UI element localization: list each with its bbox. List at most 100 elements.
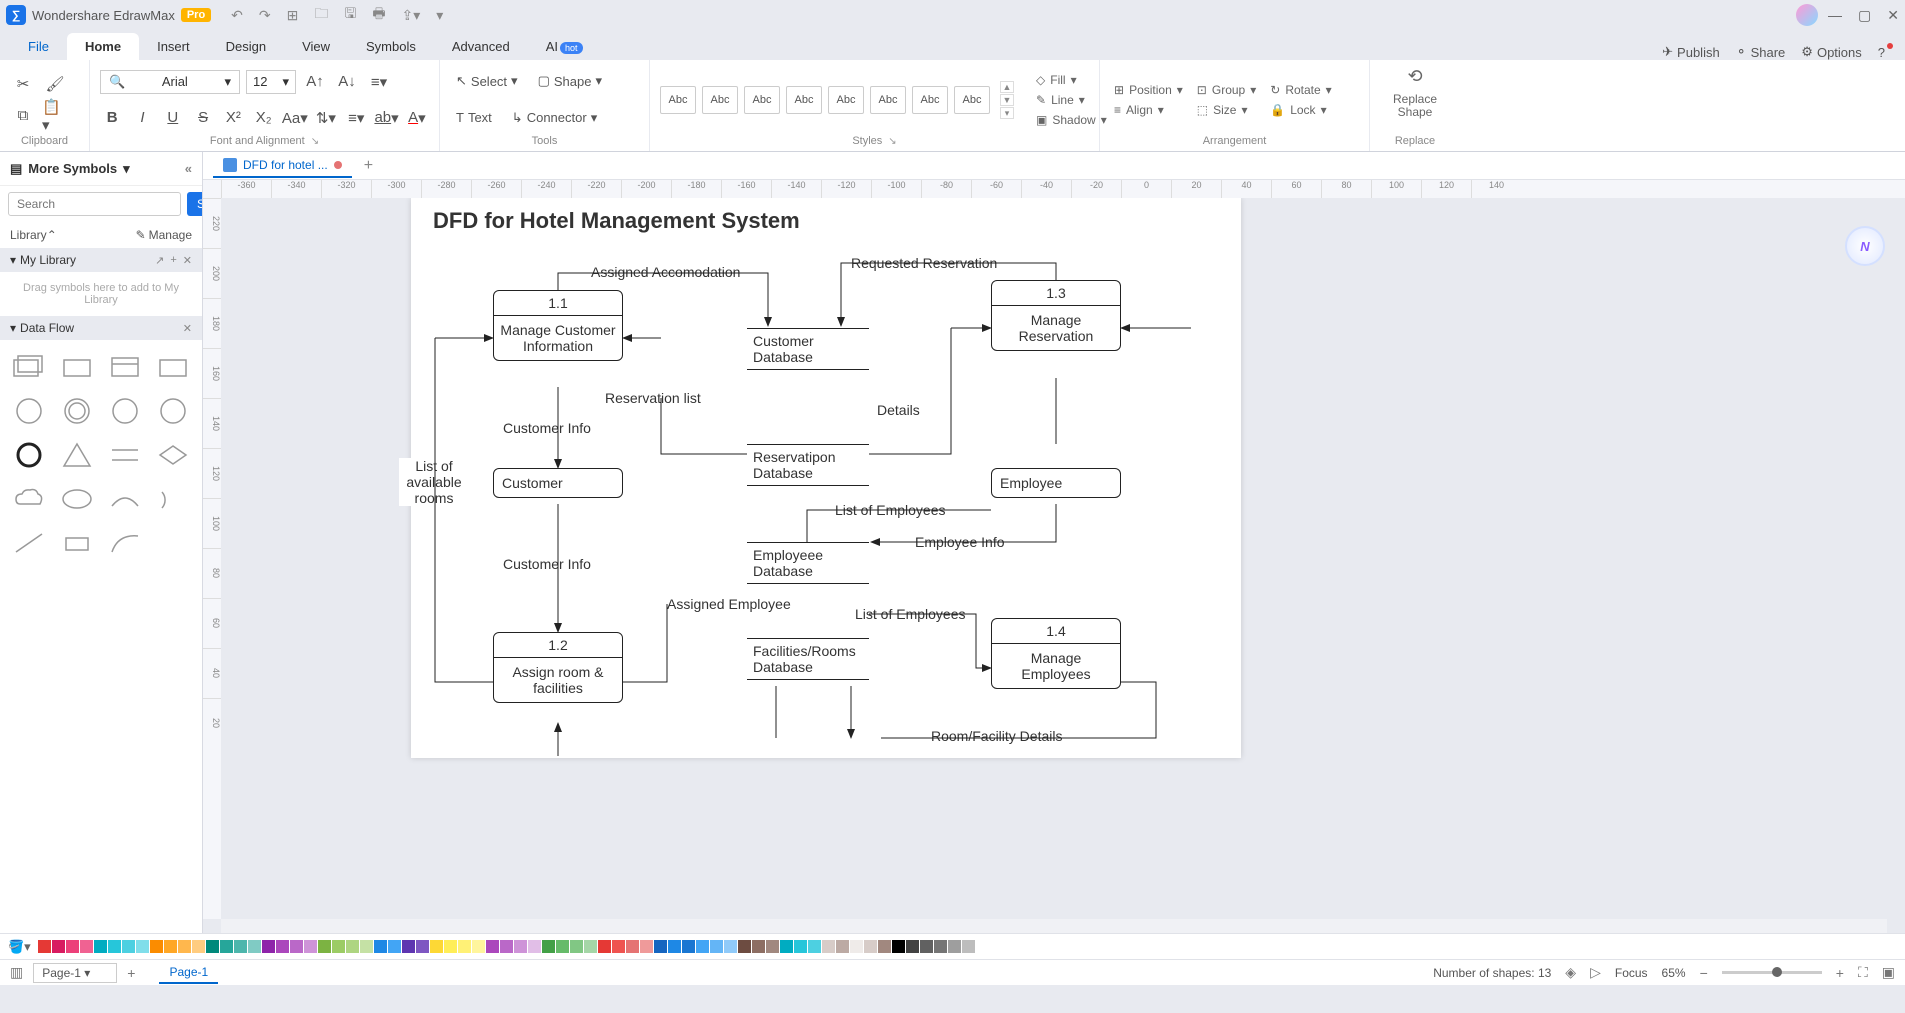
- select-tool[interactable]: ↖ Select ▾: [450, 70, 524, 92]
- gallery-more-icon[interactable]: ▾: [1000, 107, 1014, 119]
- store-employee-db[interactable]: Employeee Database: [747, 542, 869, 584]
- gallery-up-icon[interactable]: ▲: [1000, 81, 1014, 93]
- color-swatch[interactable]: [514, 940, 527, 953]
- process-1-2[interactable]: 1.2 Assign room & facilities: [493, 632, 623, 703]
- tab-symbols[interactable]: Symbols: [348, 33, 434, 60]
- color-swatch[interactable]: [528, 940, 541, 953]
- text-tool[interactable]: T Text: [450, 107, 498, 129]
- color-swatch[interactable]: [724, 940, 737, 953]
- flow-requested-reservation[interactable]: Requested Reservation: [849, 255, 999, 271]
- color-swatch[interactable]: [850, 940, 863, 953]
- focus-button[interactable]: Focus: [1615, 966, 1648, 980]
- color-swatch[interactable]: [780, 940, 793, 953]
- options-button[interactable]: ⚙ Options: [1801, 44, 1861, 60]
- undo-icon[interactable]: ↶: [231, 7, 243, 24]
- shape-rect-header[interactable]: [106, 350, 144, 384]
- maximize-icon[interactable]: ▢: [1858, 7, 1871, 24]
- color-swatch[interactable]: [766, 940, 779, 953]
- color-swatch[interactable]: [52, 940, 65, 953]
- my-library-dropzone[interactable]: Drag symbols here to add to My Library: [0, 272, 202, 316]
- color-swatch[interactable]: [696, 940, 709, 953]
- color-swatch[interactable]: [962, 940, 975, 953]
- color-swatch[interactable]: [836, 940, 849, 953]
- color-swatch[interactable]: [710, 940, 723, 953]
- font-color-icon[interactable]: A▾: [405, 105, 429, 131]
- color-swatch[interactable]: [556, 940, 569, 953]
- color-swatch[interactable]: [402, 940, 415, 953]
- color-swatch[interactable]: [598, 940, 611, 953]
- store-facilities-db[interactable]: Facilities/Rooms Database: [747, 638, 869, 680]
- tab-file[interactable]: File: [10, 33, 67, 60]
- flow-reservation-list[interactable]: Reservation list: [603, 390, 703, 406]
- decrease-font-icon[interactable]: A↓: [334, 69, 360, 95]
- subscript-icon[interactable]: X₂: [252, 105, 276, 131]
- color-swatch[interactable]: [976, 940, 989, 953]
- styles-dialog-launcher[interactable]: ↘: [888, 136, 896, 147]
- shape-circle[interactable]: [10, 394, 48, 428]
- tab-view[interactable]: View: [284, 33, 348, 60]
- redo-icon[interactable]: ↷: [259, 7, 271, 24]
- color-swatch[interactable]: [122, 940, 135, 953]
- color-swatch[interactable]: [808, 940, 821, 953]
- style-item[interactable]: Abc: [954, 86, 990, 114]
- flow-assigned-employee[interactable]: Assigned Employee: [665, 596, 793, 612]
- color-swatch[interactable]: [262, 940, 275, 953]
- close-icon[interactable]: ✕: [1887, 7, 1899, 24]
- entity-employee[interactable]: Employee: [991, 468, 1121, 498]
- color-swatch[interactable]: [794, 940, 807, 953]
- color-swatch[interactable]: [346, 940, 359, 953]
- color-swatch[interactable]: [290, 940, 303, 953]
- tab-design[interactable]: Design: [208, 33, 284, 60]
- zoom-slider[interactable]: [1722, 971, 1822, 974]
- shape-double-circle[interactable]: [58, 394, 96, 428]
- manage-library-button[interactable]: ✎ Manage: [136, 228, 192, 242]
- rotate-button[interactable]: ↻ Rotate ▾: [1266, 82, 1335, 98]
- canvas[interactable]: DFD for Hotel Management System 1.1 Mana…: [221, 198, 1905, 919]
- color-swatch[interactable]: [626, 940, 639, 953]
- flow-customer-info-2[interactable]: Customer Info: [501, 556, 593, 572]
- fullscreen-icon[interactable]: ▣: [1882, 964, 1895, 981]
- color-swatch[interactable]: [150, 940, 163, 953]
- qat-more-icon[interactable]: ▾: [436, 7, 443, 24]
- style-item[interactable]: Abc: [786, 86, 822, 114]
- more-symbols-label[interactable]: More Symbols: [28, 161, 117, 176]
- color-swatch[interactable]: [906, 940, 919, 953]
- color-swatch[interactable]: [486, 940, 499, 953]
- tab-ai[interactable]: AIhot: [528, 33, 601, 60]
- font-dialog-launcher[interactable]: ↘: [311, 136, 319, 147]
- paste-icon[interactable]: 📋▾: [42, 103, 68, 129]
- color-swatch[interactable]: [332, 940, 345, 953]
- copy-icon[interactable]: ⧉: [10, 103, 36, 129]
- shape-ellipse[interactable]: [58, 482, 96, 516]
- color-swatch[interactable]: [220, 940, 233, 953]
- color-swatch[interactable]: [178, 940, 191, 953]
- print-icon[interactable]: 🖶: [372, 3, 385, 27]
- line-button[interactable]: ✎ Line ▾: [1032, 92, 1111, 108]
- color-swatch[interactable]: [136, 940, 149, 953]
- shape-tool[interactable]: ▢ Shape ▾: [532, 70, 608, 92]
- shadow-button[interactable]: ▣ Shadow ▾: [1032, 112, 1111, 128]
- position-button[interactable]: ⊞ Position ▾: [1110, 82, 1187, 98]
- page-select[interactable]: Page-1 ▾: [33, 963, 117, 983]
- process-1-3[interactable]: 1.3 Manage Reservation: [991, 280, 1121, 351]
- italic-icon[interactable]: I: [130, 105, 154, 131]
- increase-font-icon[interactable]: A↑: [302, 69, 328, 95]
- diagram-page[interactable]: DFD for Hotel Management System 1.1 Mana…: [411, 198, 1241, 758]
- color-swatch[interactable]: [430, 940, 443, 953]
- shape-box[interactable]: [58, 526, 96, 560]
- style-item[interactable]: Abc: [828, 86, 864, 114]
- color-swatch[interactable]: [38, 940, 51, 953]
- highlight-icon[interactable]: ab▾: [374, 105, 398, 131]
- strike-icon[interactable]: S: [191, 105, 215, 131]
- align-icon[interactable]: ≡▾: [366, 69, 392, 95]
- play-icon[interactable]: ▷: [1590, 964, 1601, 981]
- fit-page-icon[interactable]: ⛶: [1858, 964, 1868, 981]
- style-gallery[interactable]: Abc Abc Abc Abc Abc Abc Abc Abc ▲▼▾: [660, 81, 1014, 119]
- color-swatch[interactable]: [500, 940, 513, 953]
- shape-bold-circle[interactable]: [10, 438, 48, 472]
- superscript-icon[interactable]: X²: [221, 105, 245, 131]
- replace-shape-icon[interactable]: ⟲: [1407, 66, 1422, 87]
- shape-halfcircle[interactable]: [154, 482, 192, 516]
- color-swatch[interactable]: [682, 940, 695, 953]
- color-swatch[interactable]: [892, 940, 905, 953]
